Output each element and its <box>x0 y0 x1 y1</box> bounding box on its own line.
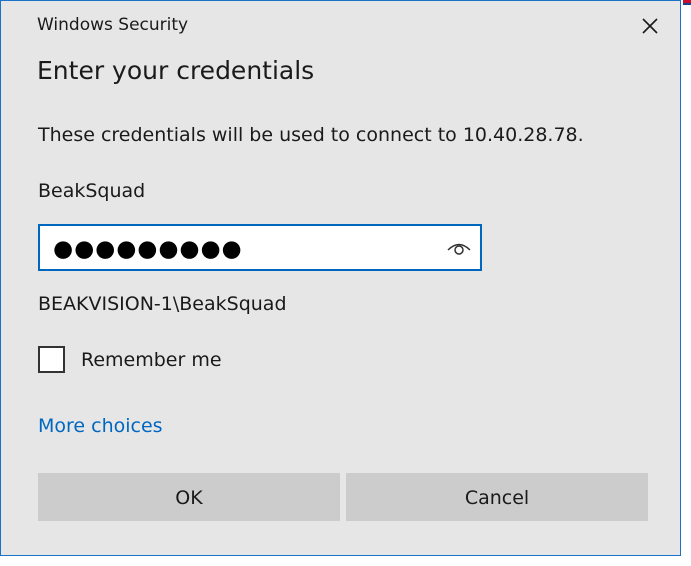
credentials-dialog: Windows Security Enter your credentials … <box>0 0 681 556</box>
reveal-password-button[interactable] <box>446 238 472 258</box>
window-title: Windows Security <box>37 15 189 35</box>
connection-description: These credentials will be used to connec… <box>38 124 584 146</box>
more-choices-link[interactable]: More choices <box>38 415 163 437</box>
username-label: BeakSquad <box>38 180 146 202</box>
background-window-edge <box>683 0 691 566</box>
title-bar: Windows Security <box>1 1 680 51</box>
remember-me-checkbox[interactable] <box>38 346 65 373</box>
password-field[interactable]: ●●●●●●●●● <box>38 224 482 271</box>
domain-user-label: BEAKVISION-1\BeakSquad <box>38 293 287 315</box>
ok-button[interactable]: OK <box>38 473 340 521</box>
close-button[interactable] <box>635 11 665 41</box>
password-value: ●●●●●●●●● <box>53 236 243 262</box>
dialog-heading: Enter your credentials <box>37 56 315 85</box>
cancel-button[interactable]: Cancel <box>346 473 648 521</box>
eye-icon <box>447 243 471 255</box>
background-accent-secondary <box>683 3 691 5</box>
remember-me-label: Remember me <box>81 349 222 371</box>
close-icon <box>642 18 658 34</box>
